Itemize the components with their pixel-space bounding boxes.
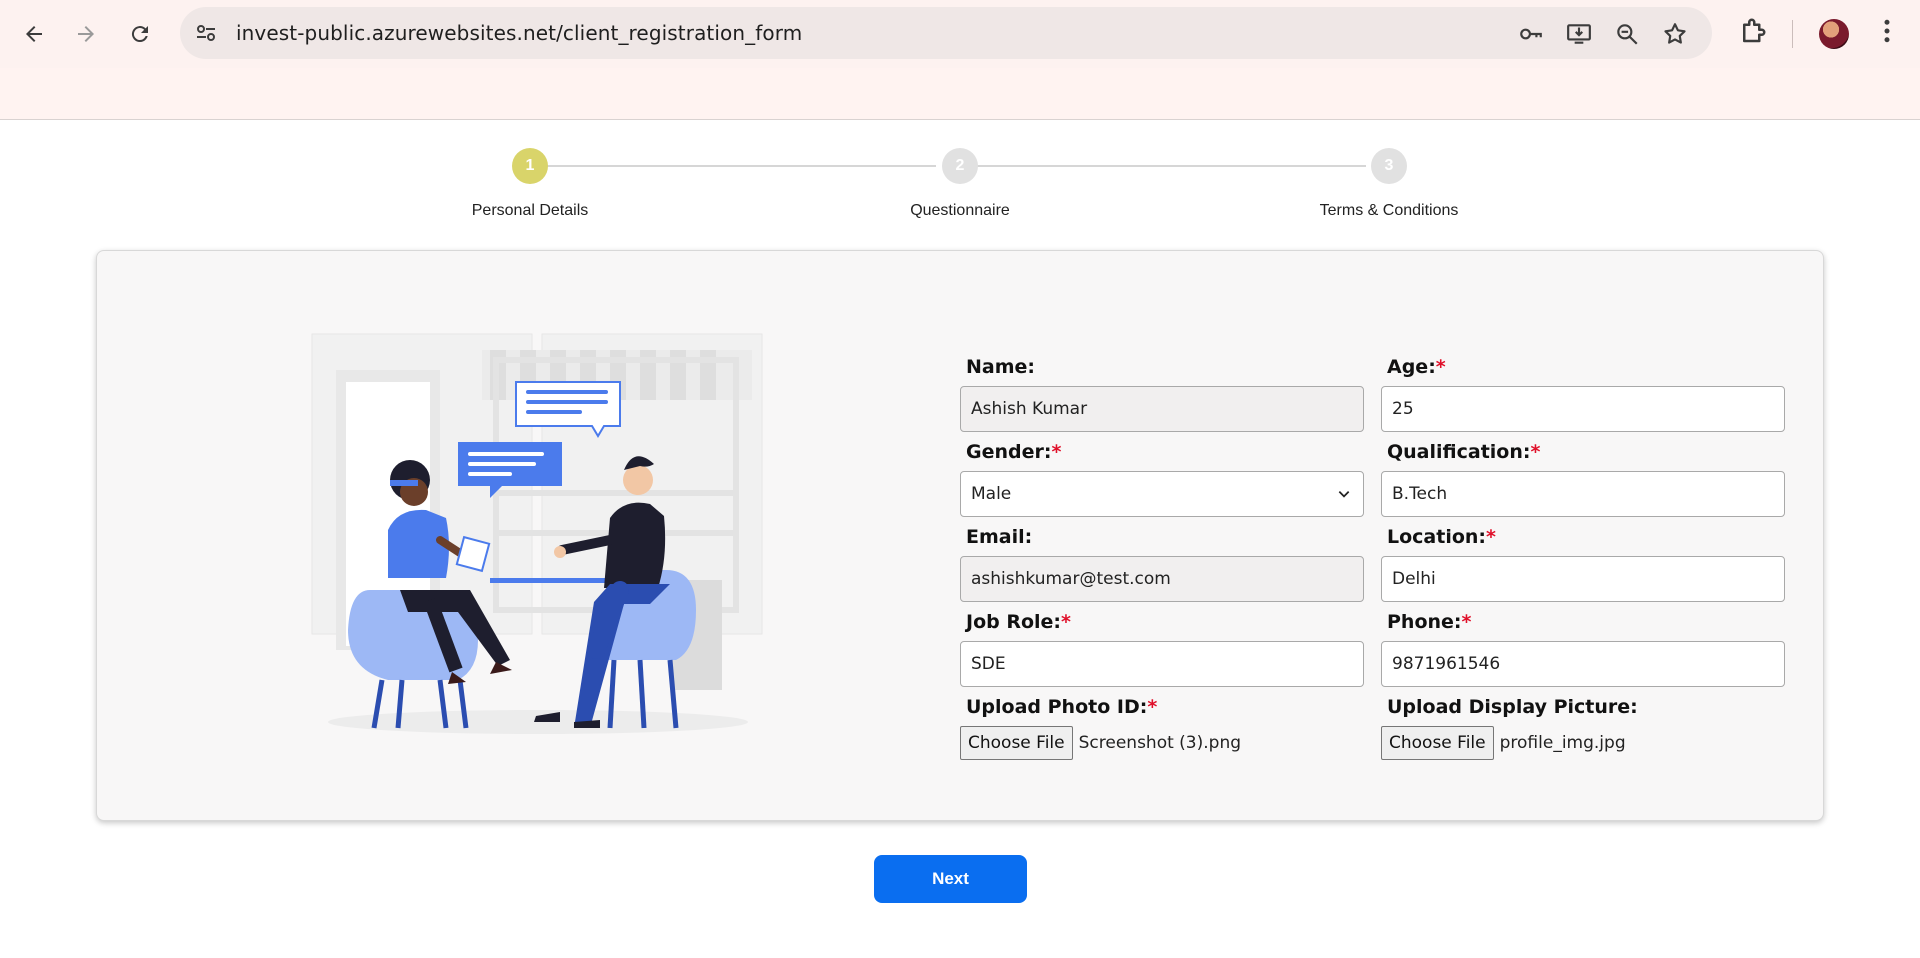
age-field-group: Age:* 25 [1381, 356, 1785, 432]
qualification-label: Qualification:* [1387, 441, 1541, 463]
required-marker: * [1051, 441, 1062, 463]
required-marker: * [1530, 441, 1541, 463]
location-input[interactable]: Delhi [1381, 556, 1785, 602]
step-connector [977, 165, 1366, 167]
photo-id-field-group: Upload Photo ID:* Choose File Screenshot… [960, 696, 1364, 760]
gender-select[interactable]: Male [960, 471, 1364, 517]
photo-id-label: Upload Photo ID:* [966, 696, 1158, 718]
step-3-label: Terms & Conditions [1319, 202, 1459, 219]
location-field-group: Location:* Delhi [1381, 526, 1785, 602]
required-marker: * [1435, 356, 1446, 378]
required-marker: * [1147, 696, 1158, 718]
photo-id-choose-file-button[interactable]: Choose File [960, 726, 1073, 760]
arrow-right-icon [78, 26, 94, 42]
display-picture-choose-file-button[interactable]: Choose File [1381, 726, 1494, 760]
required-marker: * [1061, 611, 1071, 633]
zoom-icon[interactable] [1614, 21, 1640, 47]
job-role-input[interactable]: SDE [960, 641, 1364, 687]
job-role-label: Job Role:* [966, 611, 1071, 633]
step-2-label: Questionnaire [910, 202, 1010, 219]
back-button[interactable] [14, 14, 54, 54]
reload-icon [131, 26, 148, 43]
email-field-group: Email: ashishkumar@test.com [960, 526, 1364, 602]
display-picture-field-group: Upload Display Picture: Choose File prof… [1381, 696, 1785, 760]
password-key-icon[interactable] [1518, 21, 1544, 47]
display-picture-label: Upload Display Picture: [1387, 696, 1638, 718]
forward-button[interactable] [66, 14, 106, 54]
age-input[interactable]: 25 [1381, 386, 1785, 432]
photo-id-file-name: Screenshot (3).png [1078, 733, 1242, 753]
required-marker: * [1461, 611, 1472, 633]
gender-label: Gender:* [966, 441, 1062, 463]
profile-avatar[interactable] [1819, 19, 1849, 49]
url-text[interactable]: invest-public.azurewebsites.net/client_r… [236, 21, 802, 45]
gender-selected-value: Male [971, 484, 1012, 504]
job-role-field-group: Job Role:* SDE [960, 611, 1364, 687]
next-button[interactable]: Next [874, 855, 1027, 903]
name-input[interactable]: Ashish Kumar [960, 386, 1364, 432]
phone-label: Phone:* [1387, 611, 1472, 633]
step-1-indicator: 1 [512, 148, 548, 184]
qualification-field-group: Qualification:* B.Tech [1381, 441, 1785, 517]
arrow-left-icon [26, 26, 42, 42]
extensions-icon[interactable] [1738, 16, 1768, 46]
email-label: Email: [966, 526, 1033, 548]
gender-field-group: Gender:* Male [960, 441, 1364, 517]
qualification-input[interactable]: B.Tech [1381, 471, 1785, 517]
step-1-label: Personal Details [471, 202, 589, 219]
reload-button[interactable] [120, 14, 160, 54]
email-input[interactable]: ashishkumar@test.com [960, 556, 1364, 602]
step-3-indicator: 3 [1371, 148, 1407, 184]
name-field-group: Name: Ashish Kumar [960, 356, 1364, 432]
address-bar[interactable]: invest-public.azurewebsites.net/client_r… [180, 7, 1712, 59]
more-menu-icon[interactable] [1872, 16, 1902, 46]
phone-input[interactable]: 9871961546 [1381, 641, 1785, 687]
browser-toolbar: invest-public.azurewebsites.net/client_r… [0, 0, 1920, 68]
name-label: Name: [966, 356, 1036, 378]
phone-field-group: Phone:* 9871961546 [1381, 611, 1785, 687]
location-label: Location:* [1387, 526, 1496, 548]
site-settings-icon [197, 25, 215, 41]
bookmark-star-icon[interactable] [1662, 21, 1688, 47]
age-label: Age:* [1387, 356, 1446, 378]
display-picture-file-name: profile_img.jpg [1499, 733, 1626, 753]
step-2-indicator: 2 [942, 148, 978, 184]
install-app-icon[interactable] [1566, 21, 1592, 47]
interview-illustration [311, 333, 763, 734]
page-header-band [0, 68, 1920, 120]
step-connector [547, 165, 936, 167]
toolbar-divider [1792, 20, 1793, 48]
required-marker: * [1486, 526, 1496, 548]
chevron-down-icon [1338, 491, 1350, 498]
